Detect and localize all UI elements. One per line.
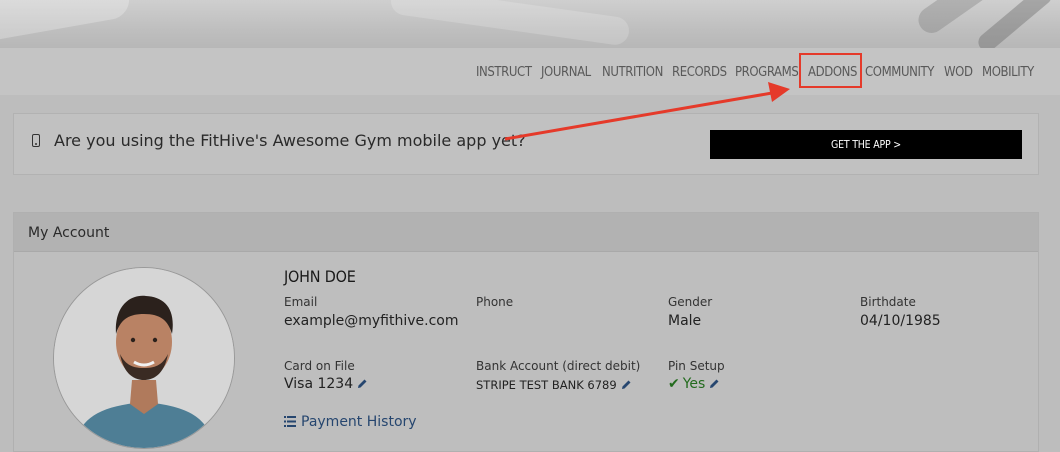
payment-history-link[interactable]: Payment History: [284, 414, 417, 430]
bank-value: STRIPE TEST BANK 6789: [476, 378, 617, 392]
birthdate-value: 04/10/1985: [860, 313, 941, 329]
email-value: example@myfithive.com: [284, 313, 459, 329]
phone-label: Phone: [476, 295, 514, 309]
avatar: [53, 267, 235, 449]
card-value: Visa 1234: [284, 376, 354, 392]
account-header: My Account: [14, 213, 1038, 252]
gender-value: Male: [668, 313, 702, 329]
user-name: JOHN DOE: [284, 267, 356, 286]
pin-label: Pin Setup: [668, 359, 725, 373]
pencil-icon[interactable]: [621, 379, 632, 390]
pin-value: Yes: [682, 376, 706, 392]
account-header-title: My Account: [28, 225, 110, 241]
list-icon: [284, 416, 296, 427]
pin-setup: ✔ Yes: [668, 376, 720, 392]
checkmark-icon: ✔: [668, 376, 680, 392]
birthdate-label: Birthdate: [860, 295, 916, 309]
pencil-icon[interactable]: [357, 378, 368, 389]
email-label: Email: [284, 295, 318, 309]
payment-history-label: Payment History: [301, 414, 417, 430]
gender-label: Gender: [668, 295, 713, 309]
bank-account: STRIPE TEST BANK 6789: [476, 378, 632, 392]
my-account-panel: My Account JOHN DOE Email example@myfith…: [13, 212, 1039, 452]
card-on-file: Visa 1234: [284, 376, 368, 392]
bank-label: Bank Account (direct debit): [476, 359, 641, 373]
card-label: Card on File: [284, 359, 355, 373]
pencil-icon[interactable]: [709, 378, 720, 389]
